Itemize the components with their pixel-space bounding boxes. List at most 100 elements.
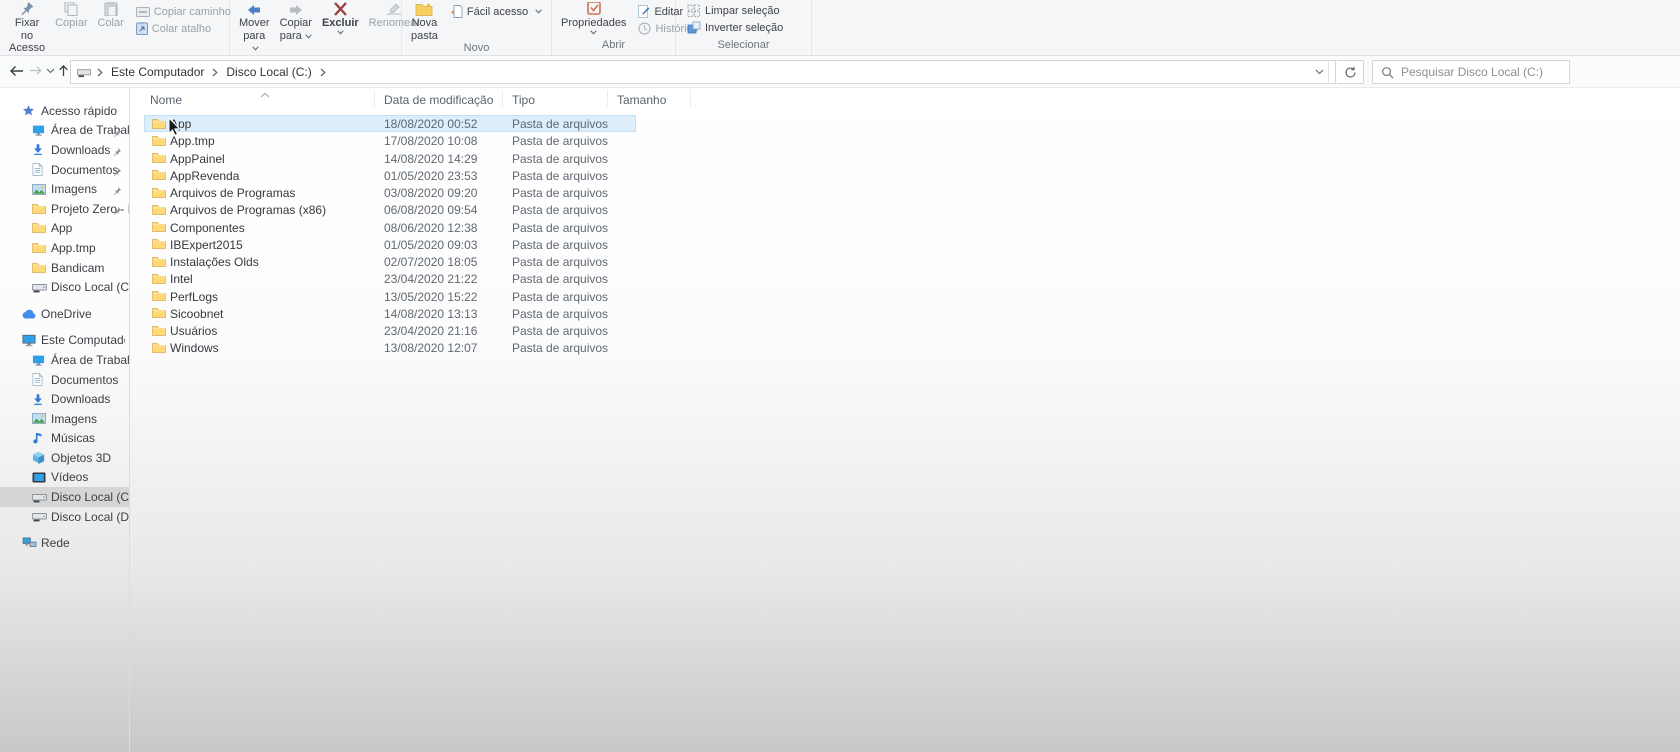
recent-locations-dropdown[interactable] [46, 68, 55, 74]
folder-icon [152, 238, 166, 253]
sidebar-item-imagens[interactable]: Imagens [0, 409, 129, 429]
objects3d-icon [32, 451, 48, 464]
pin-icon [113, 165, 122, 179]
paste-button[interactable]: Colar [92, 1, 128, 30]
sidebar-item-projeto-zero-da[interactable]: Projeto Zero - Da [0, 199, 129, 219]
file-date: 03/08/2020 09:20 [384, 186, 477, 200]
column-header-data[interactable]: Data de modificação [384, 93, 493, 107]
ribbon-group-label: Abrir [552, 39, 675, 55]
copy-path-button[interactable]: Copiar caminho [133, 3, 234, 20]
clear-selection-button[interactable]: Limpar seleção [684, 2, 786, 19]
column-header-nome[interactable]: Nome [150, 93, 182, 107]
sidebar-item-bandicam[interactable]: Bandicam [0, 258, 129, 278]
sidebar-item-disco-local-c[interactable]: Disco Local (C:) [0, 487, 129, 507]
sidebar-item-imagens[interactable]: Imagens [0, 179, 129, 199]
navigation-bar: Este Computador Disco Local (C:) [0, 56, 1680, 88]
invert-selection-button[interactable]: Inverter seleção [684, 19, 786, 36]
sidebar-item-app[interactable]: App [0, 219, 129, 239]
sidebar-item-acesso-rapido[interactable]: Acesso rápido [0, 101, 129, 121]
file-row-intel[interactable]: Intel23/04/2020 21:22Pasta de arquivos [130, 270, 1680, 287]
up-button[interactable] [58, 64, 69, 77]
column-divider[interactable] [690, 90, 691, 107]
file-row-componentes[interactable]: Componentes08/06/2020 12:38Pasta de arqu… [130, 219, 1680, 236]
sidebar-item-disco-local-d[interactable]: Disco Local (D:) [0, 507, 129, 527]
file-row-arquivos-de-programas-x86[interactable]: Arquivos de Programas (x86)06/08/2020 09… [130, 201, 1680, 218]
column-header-tipo[interactable]: Tipo [512, 93, 535, 107]
button-label: Excluir [322, 17, 359, 30]
sidebar-item-area-de-trabalho[interactable]: Área de Trabalho [0, 121, 129, 141]
column-divider[interactable] [502, 90, 503, 107]
copy-button[interactable]: Copiar [50, 1, 92, 30]
button-label: Nova [412, 17, 438, 30]
file-row-sicoobnet[interactable]: Sicoobnet14/08/2020 13:13Pasta de arquiv… [130, 305, 1680, 322]
sidebar-item-label: App.tmp [51, 241, 96, 255]
button-label: Copiar caminho [154, 6, 231, 18]
button-label: Inverter seleção [705, 22, 783, 34]
explorer-content: Acesso rápidoÁrea de TrabalhoDownloadsDo… [0, 88, 1680, 752]
file-row-app[interactable]: App18/08/2020 00:52Pasta de arquivos [130, 115, 1680, 132]
sidebar-item-rede[interactable]: Rede [0, 533, 129, 553]
sidebar-item-objetos-3d[interactable]: Objetos 3D [0, 448, 129, 468]
column-divider[interactable] [374, 90, 375, 107]
sidebar-item-app-tmp[interactable]: App.tmp [0, 238, 129, 258]
sidebar-item-label: Objetos 3D [51, 451, 111, 465]
file-row-perflogs[interactable]: PerfLogs13/05/2020 15:22Pasta de arquivo… [130, 288, 1680, 305]
folder-icon [152, 307, 166, 322]
sidebar-item-area-de-trabalho[interactable]: Área de Trabalho [0, 350, 129, 370]
new-folder-button[interactable]: Nova pasta [406, 1, 443, 42]
paste-shortcut-button[interactable]: Colar atalho [133, 20, 234, 37]
file-row-windows[interactable]: Windows13/08/2020 12:07Pasta de arquivos [130, 339, 1680, 356]
folder-icon [152, 135, 166, 150]
search-box[interactable] [1372, 60, 1570, 84]
pin-icon [113, 184, 122, 198]
easy-access-button[interactable]: Fácil acesso [447, 3, 545, 20]
address-bar[interactable]: Este Computador Disco Local (C:) [70, 60, 1336, 84]
folder-icon [152, 256, 166, 271]
search-input[interactable] [1401, 65, 1561, 79]
sidebar-item-label: Disco Local (D:) [51, 510, 129, 524]
file-type: Pasta de arquivos [512, 290, 608, 304]
forward-button[interactable] [29, 65, 42, 76]
delete-icon [333, 1, 348, 16]
back-button[interactable] [9, 65, 24, 77]
clear-selection-icon [687, 4, 701, 17]
sidebar-item-onedrive[interactable]: OneDrive [0, 304, 129, 324]
sidebar-item-label: Rede [41, 536, 70, 550]
folder-icon [152, 273, 166, 288]
properties-button[interactable]: Propriedades [556, 1, 631, 36]
file-date: 17/08/2020 10:08 [384, 134, 477, 148]
file-row-apprevenda[interactable]: AppRevenda01/05/2020 23:53Pasta de arqui… [130, 167, 1680, 184]
column-divider[interactable] [607, 90, 608, 107]
folder-icon [152, 342, 166, 357]
breadcrumb-este-computador[interactable]: Este Computador [109, 65, 206, 79]
move-to-button[interactable]: Mover para [234, 1, 275, 55]
sidebar-item-documentos[interactable]: Documentos [0, 160, 129, 180]
delete-button[interactable]: Excluir [317, 1, 364, 36]
pictures-icon [32, 184, 48, 195]
file-row-usuarios[interactable]: Usuários23/04/2020 21:16Pasta de arquivo… [130, 322, 1680, 339]
column-header-tamanho[interactable]: Tamanho [617, 93, 666, 107]
breadcrumb-disco-local-c[interactable]: Disco Local (C:) [224, 65, 313, 79]
file-row-apppainel[interactable]: AppPainel14/08/2020 14:29Pasta de arquiv… [130, 150, 1680, 167]
sidebar-item-videos[interactable]: Vídeos [0, 468, 129, 488]
file-row-ibexpert2015[interactable]: IBExpert201501/05/2020 09:03Pasta de arq… [130, 236, 1680, 253]
file-row-instalacoes-olds[interactable]: Instalações Olds02/07/2020 18:05Pasta de… [130, 253, 1680, 270]
sidebar-item-este-computador[interactable]: Este Computador [0, 331, 129, 351]
paste-shortcut-icon [136, 22, 148, 35]
sidebar-item-musicas[interactable]: Músicas [0, 429, 129, 449]
sidebar-item-label: Documentos [51, 373, 118, 387]
sidebar-item-downloads[interactable]: Downloads [0, 140, 129, 160]
pin-icon [18, 1, 36, 16]
ribbon-group-label: Selecionar [676, 39, 811, 55]
folder-icon [32, 242, 48, 254]
refresh-button[interactable] [1337, 60, 1364, 84]
address-dropdown-chevron[interactable] [1309, 61, 1329, 83]
folder-icon [32, 203, 48, 215]
copy-to-button[interactable]: Copiar para [275, 1, 317, 42]
sidebar-item-disco-local-c[interactable]: Disco Local (C:) [0, 277, 129, 297]
file-date: 18/08/2020 00:52 [384, 117, 477, 131]
sidebar-item-documentos[interactable]: Documentos [0, 370, 129, 390]
file-row-app-tmp[interactable]: App.tmp17/08/2020 10:08Pasta de arquivos [130, 132, 1680, 149]
file-row-arquivos-de-programas[interactable]: Arquivos de Programas03/08/2020 09:20Pas… [130, 184, 1680, 201]
sidebar-item-downloads[interactable]: Downloads [0, 389, 129, 409]
